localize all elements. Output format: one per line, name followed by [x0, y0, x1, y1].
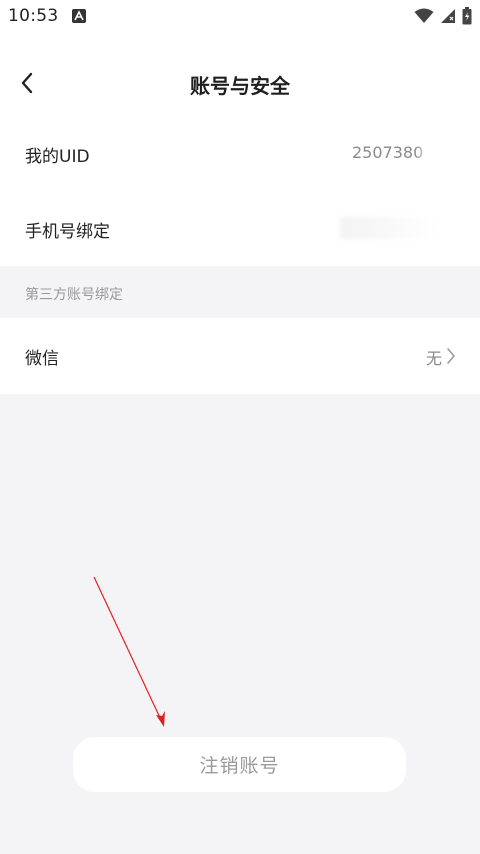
phone-binding-row[interactable]: 手机号绑定 [0, 190, 480, 266]
phone-binding-label: 手机号绑定 [25, 222, 110, 242]
signal-icon [440, 8, 456, 28]
status-time: 10:53 [8, 6, 59, 26]
wechat-label: 微信 [25, 349, 59, 369]
section-title: 第三方账号绑定 [25, 287, 123, 303]
status-bar: 10:53 [0, 0, 480, 32]
uid-value: 2507380 [352, 143, 424, 162]
wechat-row[interactable]: 微信 无 [0, 318, 480, 394]
battery-icon [462, 7, 472, 29]
chevron-right-icon [446, 347, 456, 369]
notification-a-icon [72, 9, 86, 23]
status-icons [414, 7, 472, 29]
third-party-section-header: 第三方账号绑定 [0, 266, 480, 318]
wechat-value: 无 [425, 349, 442, 368]
uid-label: 我的UID [25, 147, 90, 167]
wifi-icon [414, 8, 434, 28]
phone-privacy-mask [340, 217, 440, 239]
page-title: 账号与安全 [190, 74, 290, 98]
uid-row: 我的UID 2507380 [0, 112, 480, 190]
cancel-account-button[interactable]: 注销账号 [73, 737, 406, 792]
uid-privacy-mask [418, 142, 458, 164]
